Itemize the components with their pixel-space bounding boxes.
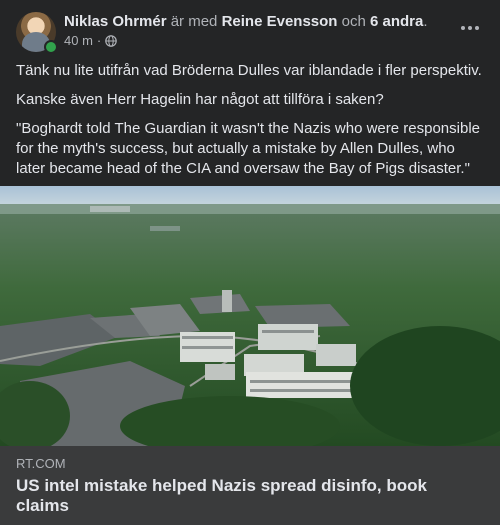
post-paragraph-2: Kanske även Herr Hagelin har något att t… bbox=[16, 91, 384, 108]
tagged-person[interactable]: Reine Evensson bbox=[222, 13, 338, 30]
others-link[interactable]: 6 andra bbox=[370, 13, 423, 30]
link-preview-card[interactable]: RT.COM US intel mistake helped Nazis spr… bbox=[0, 446, 500, 525]
link-title[interactable]: US intel mistake helped Nazis spread dis… bbox=[16, 476, 460, 516]
meta-separator: · bbox=[96, 33, 102, 48]
aerial-campus-photo bbox=[0, 186, 500, 446]
post-time[interactable]: 40 m bbox=[64, 33, 93, 49]
author-name[interactable]: Niklas Ohrmér bbox=[64, 13, 167, 30]
and-text: och bbox=[341, 13, 366, 30]
post-text: Tänk nu lite utifrån vad Bröderna Dulles… bbox=[16, 61, 486, 188]
with-text: är med bbox=[170, 13, 218, 30]
period: . bbox=[423, 13, 428, 30]
link-preview-image[interactable] bbox=[0, 186, 500, 446]
globe-icon[interactable] bbox=[105, 35, 118, 47]
online-status-dot bbox=[44, 40, 58, 54]
post-paragraph-1: Tänk nu lite utifrån vad Bröderna Dulles… bbox=[16, 62, 482, 79]
more-options-icon[interactable] bbox=[456, 18, 484, 38]
post-paragraph-3: "Boghardt told The Guardian it wasn't th… bbox=[16, 120, 480, 177]
link-domain: RT.COM bbox=[16, 456, 66, 471]
post-header: Niklas Ohrmér är med Reine Evensson och … bbox=[16, 12, 484, 54]
facebook-post: Niklas Ohrmér är med Reine Evensson och … bbox=[0, 0, 500, 525]
post-author-line: Niklas Ohrmér är med Reine Evensson och … bbox=[64, 12, 428, 31]
post-meta: 40 m · bbox=[64, 33, 118, 49]
